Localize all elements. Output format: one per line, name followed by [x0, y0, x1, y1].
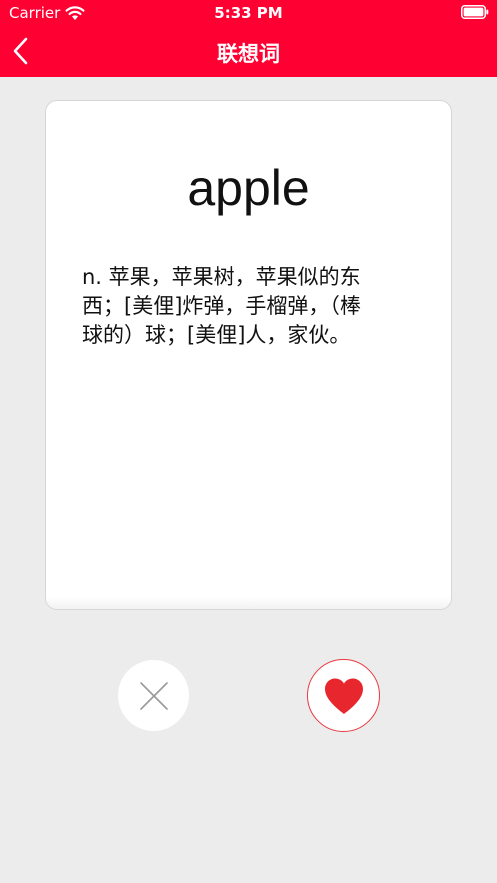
close-icon — [139, 681, 168, 710]
navigation-bar: 联想词 — [0, 26, 497, 77]
definition-line: n. 苹果，苹果树，苹果似的东 — [82, 265, 361, 289]
heart-icon — [324, 678, 363, 714]
page-title: 联想词 — [217, 42, 280, 66]
top-bar: Carrier 5:33 PM 联想词 — [0, 0, 497, 77]
status-time: 5:33 PM — [214, 4, 283, 22]
word-card[interactable]: apple n. 苹果，苹果树，苹果似的东 西；[美俚]炸弹，手榴弹，（棒 球的… — [45, 100, 452, 610]
battery-icon — [461, 5, 489, 19]
word-text: apple — [187, 160, 310, 216]
word-definition: n. 苹果，苹果树，苹果似的东 西；[美俚]炸弹，手榴弹，（棒 球的）球；[美俚… — [82, 263, 422, 350]
definition-line: 西；[美俚]炸弹，手榴弹，（棒 — [82, 294, 361, 318]
like-button[interactable] — [307, 659, 380, 732]
app-screen: Carrier 5:33 PM 联想词 apple n. 苹果，苹果树，苹果似的… — [0, 0, 497, 883]
definition-line: 球的）球；[美俚]人，家伙。 — [82, 323, 351, 347]
dislike-button[interactable] — [118, 660, 189, 731]
card-bottom-shade — [46, 597, 451, 609]
status-bar: Carrier 5:33 PM — [0, 0, 497, 26]
